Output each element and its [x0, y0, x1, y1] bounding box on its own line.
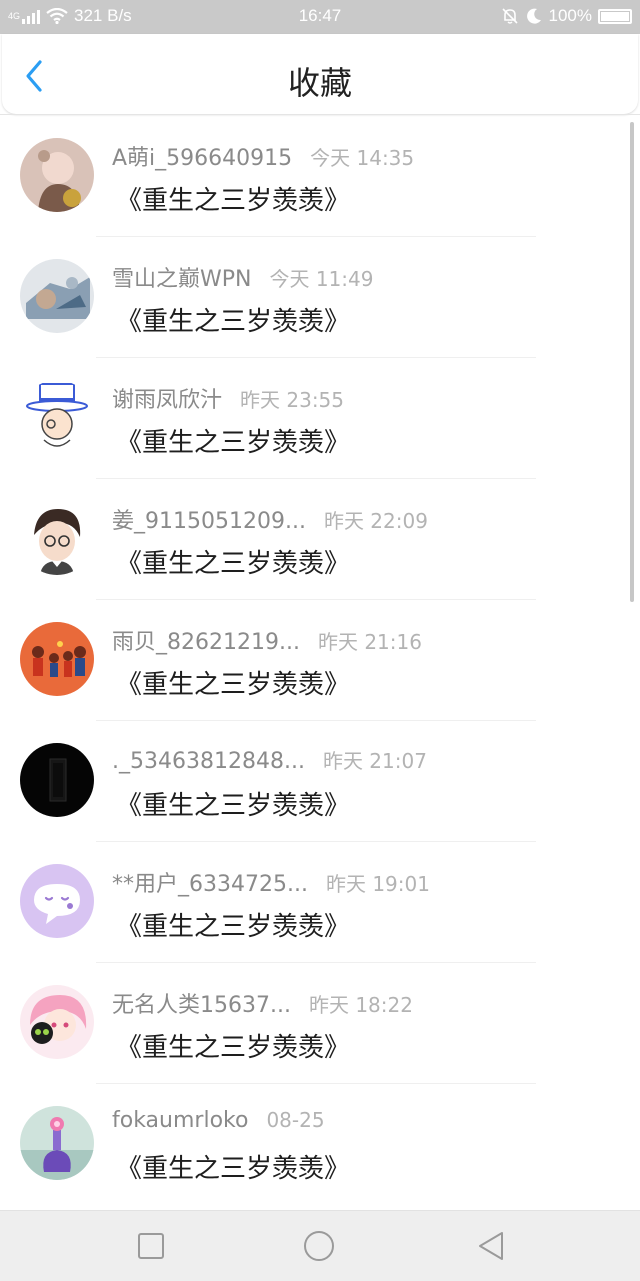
username[interactable]: 雪山之巅WPN [112, 261, 251, 293]
item-meta: 无名人类15637... 昨天 18:22 [112, 987, 413, 1019]
username[interactable]: 无名人类15637... [112, 987, 291, 1019]
username[interactable]: 雨贝_82621219... [112, 624, 300, 656]
circle-icon[interactable] [302, 1229, 336, 1263]
item-meta: 谢雨凤欣汁 昨天 23:55 [112, 382, 344, 414]
book-title[interactable]: 《重生之三岁羡羡》 [116, 1027, 350, 1064]
book-title[interactable]: 《重生之三岁羡羡》 [116, 301, 350, 338]
username[interactable]: 谢雨凤欣汁 [112, 382, 222, 414]
avatar[interactable] [20, 864, 94, 938]
list-item[interactable]: 雨贝_82621219... 昨天 21:16 《重生之三岁羡羡》 [0, 600, 640, 721]
username[interactable]: 姜_9115051209... [112, 503, 306, 535]
item-meta: 姜_9115051209... 昨天 22:09 [112, 503, 428, 535]
item-meta: 雪山之巅WPN 今天 11:49 [112, 261, 373, 293]
avatar[interactable] [20, 1106, 94, 1180]
timestamp: 今天 11:49 [269, 267, 374, 291]
avatar[interactable] [20, 380, 94, 454]
scrollbar[interactable] [630, 122, 634, 602]
username[interactable]: A萌i_596640915 [112, 140, 292, 172]
item-meta: A萌i_596640915 今天 14:35 [112, 140, 414, 172]
moon-icon [526, 8, 541, 24]
list-item[interactable]: 谢雨凤欣汁 昨天 23:55 《重生之三岁羡羡》 [0, 358, 640, 479]
timestamp: 昨天 21:07 [322, 749, 427, 773]
item-meta: ._53463812848... 昨天 21:07 [112, 745, 427, 774]
avatar[interactable] [20, 743, 94, 817]
list-item[interactable]: 无名人类15637... 昨天 18:22 《重生之三岁羡羡》 [0, 963, 640, 1084]
username[interactable]: **用户_6334725... [112, 866, 308, 898]
timestamp: 08-25 [266, 1108, 325, 1132]
navigation-bar [0, 1210, 640, 1281]
timestamp: 昨天 21:16 [317, 630, 422, 654]
battery-percent: 100% [548, 6, 592, 25]
triangle-back-icon[interactable] [474, 1229, 508, 1263]
username[interactable]: ._53463812848... [112, 749, 305, 774]
book-title[interactable]: 《重生之三岁羡羡》 [116, 543, 350, 580]
list-item[interactable]: **用户_6334725... 昨天 19:01 《重生之三岁羡羡》 [0, 842, 640, 963]
book-title[interactable]: 《重生之三岁羡羡》 [116, 664, 350, 701]
timestamp: 今天 14:35 [310, 146, 415, 170]
avatar[interactable] [20, 985, 94, 1059]
list-item[interactable]: 姜_9115051209... 昨天 22:09 《重生之三岁羡羡》 [0, 479, 640, 600]
book-title[interactable]: 《重生之三岁羡羡》 [116, 180, 350, 217]
list-item[interactable]: 雪山之巅WPN 今天 11:49 《重生之三岁羡羡》 [0, 237, 640, 358]
timestamp: 昨天 18:22 [308, 993, 413, 1017]
book-title[interactable]: 《重生之三岁羡羡》 [116, 422, 350, 459]
item-meta: **用户_6334725... 昨天 19:01 [112, 866, 430, 898]
book-title[interactable]: 《重生之三岁羡羡》 [116, 906, 350, 943]
avatar[interactable] [20, 501, 94, 575]
page-title: 收藏 [287, 64, 352, 102]
avatar[interactable] [20, 138, 94, 212]
book-title[interactable]: 《重生之三岁羡羡》 [116, 1148, 350, 1185]
list-item[interactable]: ._53463812848... 昨天 21:07 《重生之三岁羡羡》 [0, 721, 640, 842]
timestamp: 昨天 22:09 [323, 509, 428, 533]
status-right: 100% [501, 6, 632, 26]
list-item[interactable]: A萌i_596640915 今天 14:35 《重生之三岁羡羡》 [0, 116, 640, 237]
avatar[interactable] [20, 259, 94, 333]
timestamp: 昨天 23:55 [240, 388, 345, 412]
username[interactable]: fokaumrloko [112, 1108, 248, 1133]
battery-icon [598, 8, 632, 24]
header-divider [0, 114, 640, 115]
book-title[interactable]: 《重生之三岁羡羡》 [116, 785, 350, 822]
status-bar: 4G 321 B/s 16:47 100% [0, 0, 640, 34]
timestamp: 昨天 19:01 [325, 872, 430, 896]
square-icon[interactable] [134, 1229, 168, 1263]
avatar[interactable] [20, 622, 94, 696]
header: 收藏 [2, 34, 638, 114]
favorites-list: A萌i_596640915 今天 14:35 《重生之三岁羡羡》 雪山之巅WPN… [0, 116, 640, 1205]
item-meta: 雨贝_82621219... 昨天 21:16 [112, 624, 422, 656]
item-meta: fokaumrloko 08-25 [112, 1108, 325, 1133]
list-item[interactable]: fokaumrloko 08-25 《重生之三岁羡羡》 [0, 1084, 640, 1205]
bell-muted-icon [501, 8, 518, 24]
